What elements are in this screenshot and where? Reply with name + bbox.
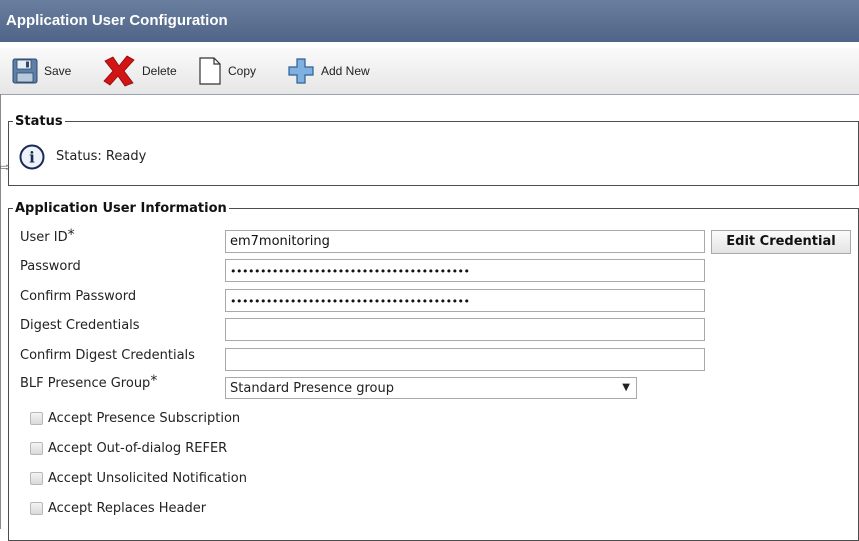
status-text: Status: Ready — [56, 149, 147, 164]
save-button[interactable]: Save — [12, 48, 71, 94]
digest-credentials-input[interactable] — [225, 318, 705, 341]
delete-icon — [103, 55, 135, 87]
blf-presence-group-label: BLF Presence Group* — [20, 373, 158, 391]
save-label: Save — [44, 64, 72, 78]
confirm-password-label: Confirm Password — [20, 289, 137, 304]
add-new-label: Add New — [321, 64, 370, 78]
accept-out-of-dialog-refer-checkbox[interactable] — [30, 442, 43, 455]
checkbox-label: Accept Replaces Header — [48, 501, 207, 516]
status-legend: Status — [15, 114, 63, 129]
copy-label: Copy — [228, 64, 257, 78]
accept-presence-subscription-row: Accept Presence Subscription — [30, 411, 240, 426]
user-id-label: User ID* — [20, 227, 75, 245]
edit-credential-button[interactable]: Edit Credential — [711, 230, 851, 254]
accept-presence-subscription-checkbox[interactable] — [30, 412, 43, 425]
blf-presence-group-select[interactable]: Standard Presence group ▼ — [225, 377, 637, 399]
accept-out-of-dialog-refer-row: Accept Out-of-dialog REFER — [30, 441, 227, 456]
user-id-input[interactable]: em7monitoring — [225, 230, 705, 253]
required-marker: * — [67, 227, 75, 243]
save-icon — [12, 58, 38, 84]
arrow-icon: ⇨ — [0, 160, 11, 174]
accept-unsolicited-notification-checkbox[interactable] — [30, 472, 43, 485]
accept-unsolicited-notification-row: Accept Unsolicited Notification — [30, 471, 247, 486]
page-title: Application User Configuration — [0, 0, 859, 42]
accept-replaces-header-checkbox[interactable] — [30, 502, 43, 515]
app-user-info-legend: Application User Information — [15, 201, 227, 216]
add-new-button[interactable]: Add New — [287, 48, 370, 94]
copy-button[interactable]: Copy — [198, 48, 256, 94]
accept-replaces-header-row: Accept Replaces Header — [30, 501, 206, 516]
password-label: Password — [20, 259, 81, 274]
password-input[interactable]: •••••••••••••••••••••••••••••••••••••••• — [225, 259, 705, 282]
digest-credentials-label: Digest Credentials — [20, 318, 140, 333]
required-marker: * — [150, 373, 158, 389]
dropdown-arrow-icon: ▼ — [622, 382, 630, 393]
blf-presence-group-value: Standard Presence group — [230, 381, 394, 396]
checkbox-label: Accept Presence Subscription — [48, 411, 241, 426]
info-icon: i — [19, 144, 45, 170]
delete-button[interactable]: Delete — [102, 48, 177, 94]
copy-icon — [199, 57, 221, 85]
confirm-digest-credentials-input[interactable] — [225, 348, 705, 371]
toolbar: Save Delete Copy Add New — [0, 48, 859, 95]
svg-text:i: i — [29, 149, 35, 167]
checkbox-label: Accept Out-of-dialog REFER — [48, 441, 228, 456]
confirm-digest-credentials-label: Confirm Digest Credentials — [20, 348, 195, 363]
checkbox-label: Accept Unsolicited Notification — [48, 471, 247, 486]
confirm-password-input[interactable]: •••••••••••••••••••••••••••••••••••••••• — [225, 289, 705, 312]
delete-label: Delete — [142, 64, 177, 78]
add-icon — [288, 58, 314, 84]
